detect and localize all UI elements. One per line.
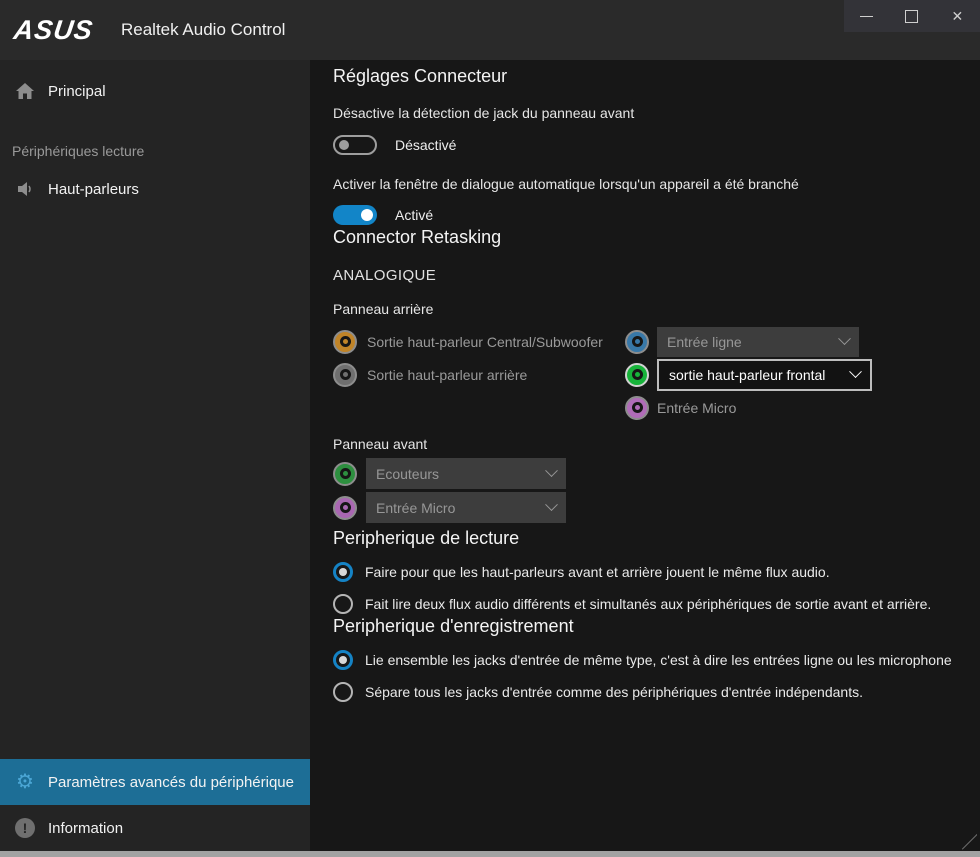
sidebar-item-principal[interactable]: Principal (0, 68, 310, 114)
radio-unselected-icon (333, 682, 353, 702)
app-title: Realtek Audio Control (121, 20, 285, 40)
jack-blue-icon (625, 330, 649, 354)
sidebar-spacer (0, 212, 310, 759)
maximize-icon (905, 10, 918, 23)
sidebar-item-label: Principal (48, 83, 106, 100)
front-row-1: Ecouteurs (333, 458, 980, 489)
section-title-playback-device: Peripherique de lecture (333, 526, 980, 550)
asus-logo: ASUS (12, 15, 111, 46)
section-title-recording-device: Peripherique d'enregistrement (333, 614, 980, 638)
auto-popup-label: Activer la fenêtre de dialogue automatiq… (333, 175, 980, 194)
sidebar-section-playback-devices: Périphériques lecture (0, 136, 310, 166)
front-speaker-out-select[interactable]: sortie haut-parleur frontal (657, 359, 872, 391)
titlebar: ASUS Realtek Audio Control ✕ (0, 0, 980, 60)
toggle-knob (339, 140, 349, 150)
rear-row-2: Sortie haut-parleur arrière sortie haut-… (333, 358, 980, 391)
home-icon (14, 80, 36, 102)
analog-subtitle: ANALOGIQUE (333, 266, 980, 286)
info-icon: ! (14, 817, 36, 839)
rear-panel-label: Panneau arrière (333, 300, 980, 319)
jack-detection-label: Désactive la détection de jack du pannea… (333, 104, 980, 123)
line-in-select: Entrée ligne (657, 327, 859, 357)
jack-purple-front-icon (333, 496, 357, 520)
sidebar-item-advanced-settings[interactable]: ⚙ Paramètres avancés du périphérique (0, 759, 310, 805)
speaker-icon (14, 178, 36, 200)
auto-popup-toggle[interactable] (333, 205, 377, 225)
main-content: Réglages Connecteur Désactive la détecti… (310, 60, 980, 851)
sidebar-item-label: Paramètres avancés du périphérique (48, 774, 294, 791)
playback-option-two-streams[interactable]: Fait lire deux flux audio différents et … (333, 594, 980, 614)
jack-gray-icon (333, 363, 357, 387)
section-title-connector-retasking: Connector Retasking (333, 225, 980, 249)
radio-selected-icon (333, 650, 353, 670)
jack-purple-icon (625, 396, 649, 420)
chevron-down-icon (838, 332, 851, 345)
jack-detection-toggle[interactable] (333, 135, 377, 155)
sidebar: Principal Périphériques lecture Haut-par… (0, 60, 310, 851)
sidebar-item-label: Haut-parleurs (48, 181, 139, 198)
rear-row-3: Entrée Micro (333, 391, 980, 424)
auto-popup-state: Activé (395, 207, 433, 223)
jack-green-icon (625, 363, 649, 387)
jack-orange-icon (333, 330, 357, 354)
chevron-down-icon (849, 365, 862, 378)
jack-green-front-icon (333, 462, 357, 486)
sidebar-item-information[interactable]: ! Information (0, 805, 310, 851)
radio-selected-icon (333, 562, 353, 582)
close-button[interactable]: ✕ (937, 0, 977, 32)
sidebar-item-speakers[interactable]: Haut-parleurs (0, 166, 310, 212)
front-panel-label: Panneau avant (333, 435, 980, 454)
front-row-2: Entrée Micro (333, 492, 980, 523)
jack-detection-state: Désactivé (395, 137, 456, 153)
section-title-connector-settings: Réglages Connecteur (333, 64, 980, 88)
resize-grip[interactable] (961, 834, 977, 850)
close-icon: ✕ (951, 9, 963, 23)
rear-left-label-2: Sortie haut-parleur arrière (367, 367, 527, 383)
maximize-button[interactable] (892, 0, 932, 32)
gear-icon: ⚙ (14, 771, 36, 793)
app-window: ASUS Realtek Audio Control ✕ Principal P… (0, 0, 980, 857)
chevron-down-icon (545, 464, 558, 477)
toggle-knob (361, 209, 373, 221)
minimize-icon (860, 16, 873, 17)
sidebar-item-label: Information (48, 820, 123, 837)
rear-row-1: Sortie haut-parleur Central/Subwoofer En… (333, 325, 980, 358)
playback-option-same-stream[interactable]: Faire pour que les haut-parleurs avant e… (333, 562, 980, 582)
minimize-button[interactable] (847, 0, 887, 32)
recording-option-tie-jacks[interactable]: Lie ensemble les jacks d'entrée de même … (333, 650, 980, 670)
recording-option-separate-jacks[interactable]: Sépare tous les jacks d'entrée comme des… (333, 682, 980, 702)
window-bottom-edge (0, 851, 980, 857)
radio-unselected-icon (333, 594, 353, 614)
rear-left-label-1: Sortie haut-parleur Central/Subwoofer (367, 334, 603, 350)
front-mic-select: Entrée Micro (366, 492, 566, 523)
mic-in-label: Entrée Micro (657, 400, 736, 416)
chevron-down-icon (545, 498, 558, 511)
window-controls: ✕ (844, 0, 980, 32)
headphones-select: Ecouteurs (366, 458, 566, 489)
